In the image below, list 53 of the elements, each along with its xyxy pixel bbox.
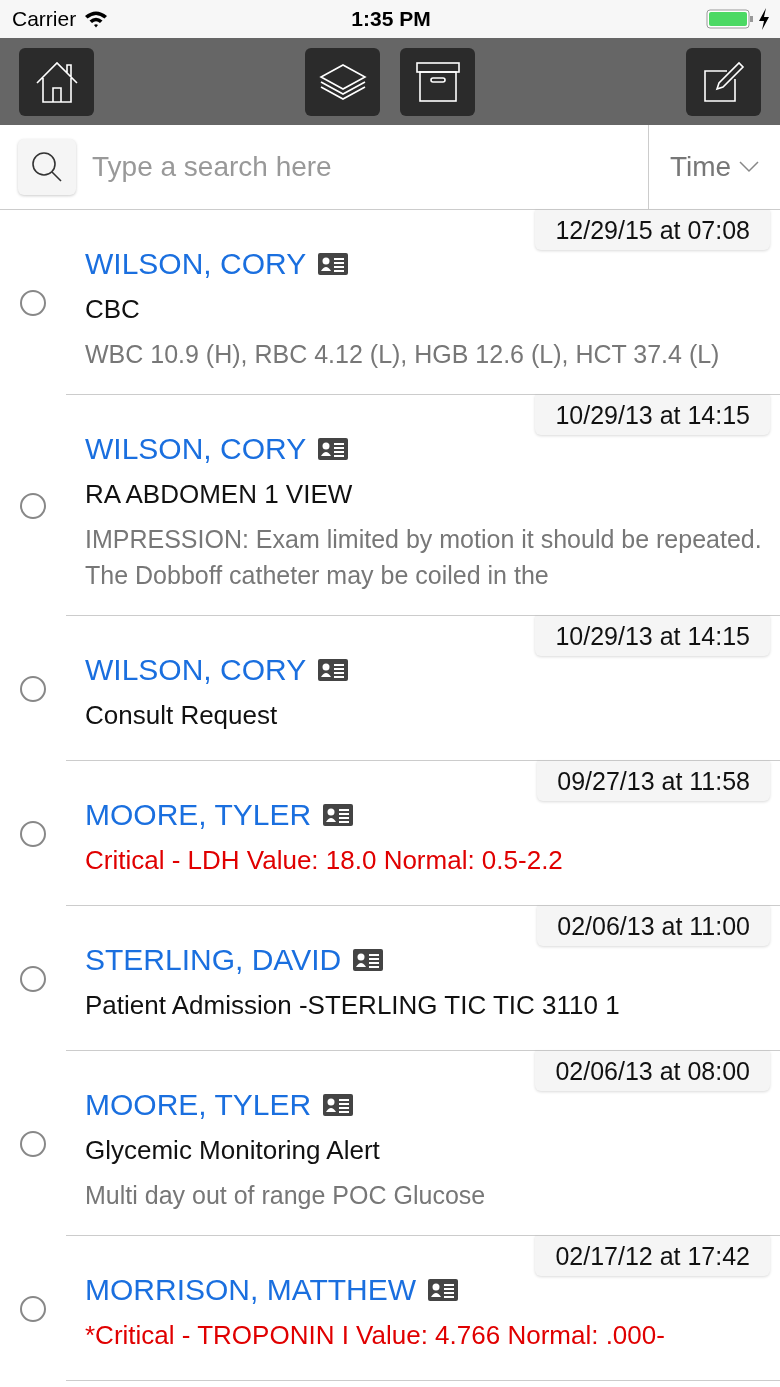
message-title: CBC — [85, 293, 141, 326]
archive-button[interactable] — [400, 47, 475, 116]
select-radio[interactable] — [20, 1130, 46, 1157]
select-radio[interactable] — [20, 675, 46, 702]
date-badge: 02/06/13 at 11:00 — [537, 906, 770, 946]
contact-card-icon — [353, 949, 384, 971]
clock-time: 1:35 PM — [350, 7, 432, 31]
contact-card-icon — [318, 438, 349, 460]
patient-name[interactable]: MOORE, TYLER — [85, 1088, 312, 1122]
layers-icon — [317, 61, 368, 102]
date-badge: 10/29/13 at 14:15 — [535, 395, 770, 435]
sort-dropdown[interactable]: Time — [648, 125, 780, 209]
patient-name[interactable]: MORRISON, MATTHEW — [85, 1273, 417, 1307]
wifi-icon — [84, 10, 109, 28]
archive-box-icon — [414, 60, 461, 103]
message-title: Patient Admission -STERLING TIC TIC 3110 1 — [85, 989, 621, 1022]
contact-card-icon — [428, 1279, 459, 1301]
carrier-label: Carrier — [12, 7, 77, 31]
date-badge: 12/29/15 at 07:08 — [535, 210, 770, 250]
date-badge: 10/29/13 at 14:15 — [535, 616, 770, 656]
contact-card-icon — [318, 253, 349, 275]
search-button[interactable] — [18, 139, 76, 195]
patient-name[interactable]: WILSON, CORY — [85, 432, 307, 466]
critical-alert-title: *Critical - TROPONIN I Value: 4.766 Normal: .000- — [85, 1319, 666, 1352]
select-radio[interactable] — [20, 289, 46, 316]
patient-name[interactable]: WILSON, CORY — [85, 653, 307, 687]
layers-button[interactable] — [305, 47, 380, 116]
message-title: Glycemic Monitoring Alert — [85, 1134, 381, 1167]
date-badge: 02/06/13 at 08:00 — [535, 1051, 770, 1091]
home-button[interactable] — [19, 47, 94, 116]
date-badge: 02/17/12 at 17:42 — [535, 1236, 770, 1276]
contact-card-icon — [323, 1094, 354, 1116]
patient-name[interactable]: WILSON, CORY — [85, 247, 307, 281]
compose-button[interactable] — [686, 47, 761, 116]
select-radio[interactable] — [20, 820, 46, 847]
select-radio[interactable] — [20, 1295, 46, 1322]
contact-card-icon — [318, 659, 349, 681]
patient-name[interactable]: STERLING, DAVID — [85, 943, 342, 977]
message-title: Consult Request — [85, 699, 279, 732]
search-icon — [30, 150, 64, 184]
contact-card-icon — [323, 804, 354, 826]
select-radio[interactable] — [20, 965, 46, 992]
message-detail: Multi day out of range POC Glucose — [85, 1180, 487, 1211]
message-detail: IMPRESSION: Exam limited by motion it should be repeated. The Dobboff catheter may be coiled in the — [85, 524, 763, 591]
patient-name[interactable]: MOORE, TYLER — [85, 798, 312, 832]
search-field[interactable]: Type a search here — [90, 150, 648, 184]
message-title: RA ABDOMEN 1 VIEW — [85, 478, 354, 511]
battery-icon — [706, 9, 754, 29]
critical-alert-title: Critical - LDH Value: 18.0 Normal: 0.5-2.2 — [85, 844, 564, 877]
message-detail: WBC 10.9 (H), RBC 4.12 (L), HGB 12.6 (L), HCT 37.4 (L) — [85, 339, 721, 370]
select-radio[interactable] — [20, 492, 46, 519]
date-badge: 09/27/13 at 11:58 — [537, 761, 770, 801]
chevron-down-icon — [739, 161, 760, 173]
